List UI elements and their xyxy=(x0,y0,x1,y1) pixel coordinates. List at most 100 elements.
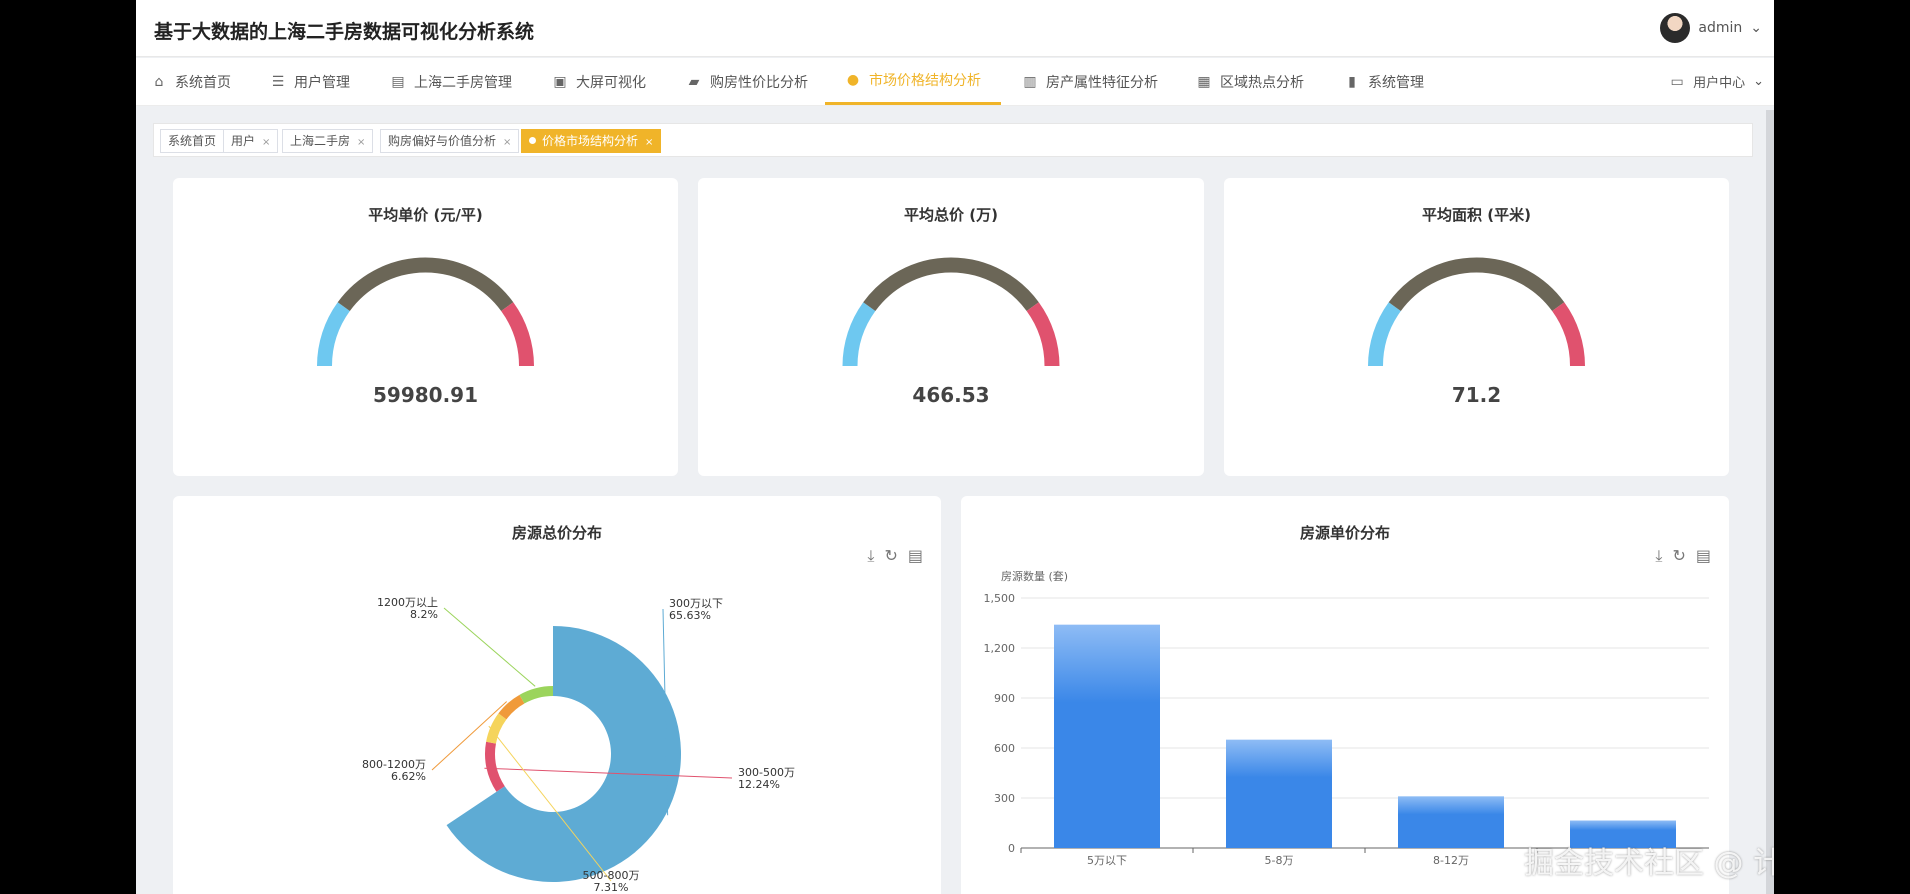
pie-slice[interactable] xyxy=(446,626,682,882)
nav-item-label: 大屏可视化 xyxy=(576,74,646,91)
y-tick-label: 900 xyxy=(994,692,1015,705)
nav-item-price-structure[interactable]: ● 市场价格结构分析 xyxy=(825,58,1001,105)
y-tick-label: 600 xyxy=(994,742,1015,755)
tags-view: 系统首页 用户 × 上海二手房 × 购房偏好与价值分析 × 价格市场结构分析 × xyxy=(153,123,1753,157)
pie-chart: 300万以下65.63%300-500万12.24%500-800万7.31%8… xyxy=(362,596,795,894)
nav-item-home[interactable]: ⌂ 系统首页 xyxy=(151,58,231,105)
location-pin-icon: ● xyxy=(846,72,860,88)
chevron-down-icon[interactable]: ⌄ xyxy=(1750,20,1762,36)
app-title: 基于大数据的上海二手房数据可视化分析系统 xyxy=(154,21,535,43)
close-icon[interactable]: × xyxy=(262,137,270,148)
pie-slice[interactable] xyxy=(519,686,553,704)
tag-label: 系统首页 xyxy=(168,134,217,148)
total-price-distribution-card: 房源总价分布 ⤓ ↻ ▤ 300万以下 65.63% 300-500万 12.24% 5… xyxy=(173,496,941,894)
y-tick-label: 1,500 xyxy=(984,592,1016,605)
gauge-card-avg-total-price: 平均总价 (万) 466.53 xyxy=(698,178,1204,476)
page-scrollbar[interactable] xyxy=(1766,110,1774,894)
bar[interactable] xyxy=(1398,796,1504,848)
clipboard-icon: ▣ xyxy=(553,73,567,90)
bar[interactable] xyxy=(1226,739,1332,848)
nav-item-label: 购房性价比分析 xyxy=(710,74,808,91)
user-center-menu[interactable]: ▭ 用户中心 ⌄ xyxy=(1669,58,1764,105)
bar-chart-icon: ▮ xyxy=(1348,73,1356,90)
gauge-value: 59980.91 xyxy=(372,383,478,407)
nav-item-label: 区域热点分析 xyxy=(1220,74,1304,91)
close-icon[interactable]: × xyxy=(503,137,511,148)
nav-item-label: 用户管理 xyxy=(294,74,350,91)
nav-item-houses[interactable]: ▤ 上海二手房管理 xyxy=(390,58,512,105)
tag-label: 购房偏好与价值分析 xyxy=(388,134,497,148)
tag-price-structure[interactable]: 价格市场结构分析 × xyxy=(521,129,662,153)
pie-slice[interactable] xyxy=(485,741,505,792)
nav-item-region-hotspot[interactable]: ▦ 区域热点分析 xyxy=(1196,58,1304,105)
pie-slice[interactable] xyxy=(498,694,525,720)
calendar-icon: ▭ xyxy=(1670,73,1684,90)
nav-item-property-features[interactable]: ▥ 房产属性特征分析 xyxy=(1022,58,1158,105)
tag-home[interactable]: 系统首页 xyxy=(160,129,225,153)
ticket-icon: ▰ xyxy=(688,73,700,90)
nav-item-value-analysis[interactable]: ▰ 购房性价比分析 xyxy=(686,58,808,105)
pie-percent-label: 7.31% xyxy=(594,881,629,894)
app-window: 基于大数据的上海二手房数据可视化分析系统 admin ⌄ ⌂ 系统首页 ☰ 用户管理… xyxy=(136,0,1774,894)
store-icon: ▦ xyxy=(1197,73,1211,90)
bar-chart: 房源数量 (套) 0 300 600 900 1,200 1,500 5万以下 5-8万 8-12… xyxy=(984,569,1709,867)
gauge-chart xyxy=(1368,257,1585,367)
gauge-chart xyxy=(317,257,534,367)
nav-item-label: 上海二手房管理 xyxy=(414,74,512,91)
main-nav: ⌂ 系统首页 ☰ 用户管理 ▤ 上海二手房管理 ▣ 大屏可视化 ▰ 购房性价比分析 ● 市场… xyxy=(136,58,1774,106)
nav-item-system[interactable]: ▮ 系统管理 xyxy=(1344,58,1424,105)
y-tick-label: 0 xyxy=(1008,842,1015,855)
close-icon[interactable]: × xyxy=(357,137,365,148)
user-menu[interactable]: admin ⌄ xyxy=(1660,13,1762,43)
avatar[interactable] xyxy=(1660,13,1691,43)
gauge-mid-band xyxy=(337,257,514,312)
gauge-chart xyxy=(842,257,1060,367)
gauge-value: 71.2 xyxy=(1451,383,1502,407)
y-tick-label: 1,200 xyxy=(984,642,1016,655)
nav-item-label: 市场价格结构分析 xyxy=(869,73,981,89)
username[interactable]: admin xyxy=(1698,20,1742,36)
user-center-label: 用户中心 xyxy=(1693,76,1746,91)
gauge-high-band xyxy=(1026,302,1060,367)
pie-percent-label: 6.62% xyxy=(391,770,426,783)
home-icon: ⌂ xyxy=(154,73,164,90)
gauge-value: 466.53 xyxy=(912,383,990,407)
y-axis-label: 房源数量 (套) xyxy=(1001,569,1068,583)
pie-percent-label: 12.24% xyxy=(738,778,780,791)
gauge-low-band xyxy=(842,302,876,367)
nav-item-bigscreen[interactable]: ▣ 大屏可视化 xyxy=(552,58,646,105)
gauge-mid-band xyxy=(863,257,1039,312)
pie-percent-label: 65.63% xyxy=(669,609,711,622)
gauge-low-band xyxy=(317,302,350,367)
bar[interactable] xyxy=(1054,624,1160,848)
chevron-down-icon: ⌄ xyxy=(1753,74,1764,89)
x-tick-label: 5-8万 xyxy=(1265,854,1294,867)
nav-item-label: 系统管理 xyxy=(1368,74,1424,91)
gauge-low-band xyxy=(1368,302,1401,367)
pie-leader-line xyxy=(443,607,536,687)
pie-percent-label: 8.2% xyxy=(410,608,438,621)
close-icon[interactable]: × xyxy=(645,137,653,148)
tag-users[interactable]: 用户 × xyxy=(223,129,279,153)
unit-price-distribution-card: 房源单价分布 ⤓ ↻ ▤ 房源数量 (套) 0 300 600 900 1,200 1,50… xyxy=(961,496,1729,894)
tag-label: 上海二手房 xyxy=(290,134,351,148)
watermark: 掘金技术社区 @ 计算机毕业设计小明哥 xyxy=(1524,846,1774,881)
tag-value-analysis[interactable]: 购房偏好与价值分析 × xyxy=(380,129,520,153)
tag-label: 价格市场结构分析 xyxy=(542,134,639,148)
y-tick-label: 300 xyxy=(994,792,1015,805)
x-tick-label: 5万以下 xyxy=(1087,854,1127,867)
tag-label: 用户 xyxy=(231,134,256,148)
building-icon: ▥ xyxy=(1023,73,1037,90)
active-dot-icon xyxy=(529,137,536,144)
list-icon: ☰ xyxy=(271,73,285,90)
gauge-high-band xyxy=(1552,302,1585,367)
nav-item-label: 房产属性特征分析 xyxy=(1046,74,1158,91)
gauge-mid-band xyxy=(1388,257,1565,312)
briefcase-icon: ▤ xyxy=(391,73,405,90)
nav-item-users[interactable]: ☰ 用户管理 xyxy=(270,58,350,105)
gauge-high-band xyxy=(501,302,534,367)
nav-item-label: 系统首页 xyxy=(175,74,231,91)
gauge-card-avg-area: 平均面积 (平米) 71.2 xyxy=(1224,178,1729,476)
top-bar: 基于大数据的上海二手房数据可视化分析系统 admin ⌄ xyxy=(136,0,1774,57)
tag-houses[interactable]: 上海二手房 × xyxy=(282,129,374,153)
